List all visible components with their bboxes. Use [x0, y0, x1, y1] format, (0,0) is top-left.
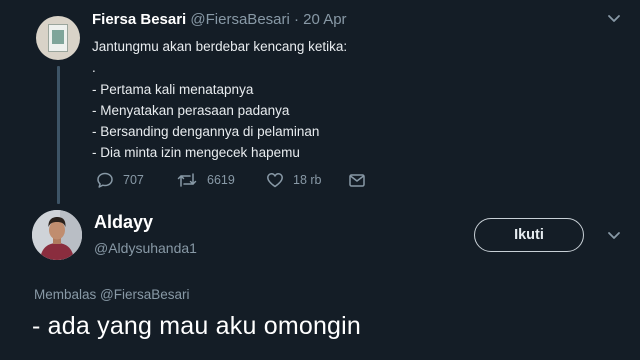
retweet-icon	[177, 173, 197, 187]
like-count: 18 rb	[293, 173, 322, 187]
tweet-line: - Dia minta izin mengecek hapemu	[92, 145, 300, 161]
reply-tweet-text: - ada yang mau aku omongin	[32, 312, 362, 340]
author-name[interactable]: Fiersa Besari	[92, 11, 186, 28]
retweet-action[interactable]: 6619	[176, 171, 235, 189]
message-action[interactable]	[348, 171, 366, 189]
tweet-date[interactable]: 20 Apr	[303, 11, 346, 28]
retweet-count: 6619	[207, 173, 235, 187]
tweet-line: - Pertama kali menatapnya	[92, 81, 254, 97]
reply-icon	[97, 172, 113, 188]
profile-photo-image	[32, 210, 82, 260]
author-handle[interactable]: @FiersaBesari	[190, 11, 289, 28]
fiersa-besari-avatar[interactable]	[36, 16, 80, 60]
tweet-line: Jantungmu akan berdebar kencang ketika:	[92, 39, 348, 54]
reply-action[interactable]: 707	[96, 171, 144, 189]
reply-author-handle[interactable]: @Aldysuhanda1	[94, 240, 197, 256]
book-cover-image	[48, 24, 68, 52]
thread-connector-line	[57, 66, 60, 204]
tweet-line: - Bersanding dengannya di pelaminan	[92, 124, 320, 140]
aldayy-avatar[interactable]	[32, 210, 82, 260]
reply-author-name[interactable]: Aldayy	[94, 212, 153, 233]
reply-count: 707	[123, 173, 144, 187]
chevron-down-icon[interactable]	[606, 12, 622, 26]
message-icon	[349, 174, 365, 187]
like-action[interactable]: 18 rb	[266, 171, 322, 189]
parent-tweet-text: Jantungmu akan berdebar kencang ketika: …	[92, 36, 347, 164]
chevron-down-icon[interactable]	[606, 229, 622, 243]
follow-button[interactable]: Ikuti	[474, 218, 584, 252]
parent-tweet-header: Fiersa Besari @FiersaBesari · 20 Apr	[92, 11, 347, 28]
replying-to-label[interactable]: Membalas @FiersaBesari	[34, 287, 190, 302]
like-icon	[267, 173, 283, 188]
tweet-line: .	[92, 60, 96, 76]
tweet-line: - Menyatakan perasaan padanya	[92, 102, 290, 118]
header-separator: ·	[294, 11, 299, 28]
